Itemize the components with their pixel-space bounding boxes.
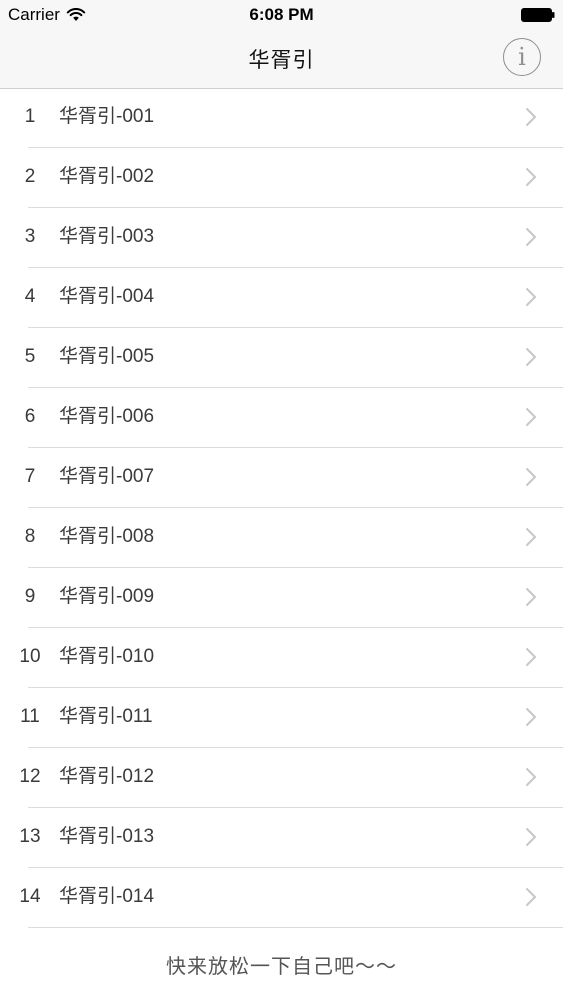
list-item-label: 华胥引-003	[59, 226, 155, 247]
list-item-index: 3	[24, 226, 36, 247]
list-item-label: 华胥引-009	[59, 586, 155, 607]
list-item-index: 4	[24, 286, 36, 307]
chevron-right-icon	[526, 168, 536, 186]
list-item[interactable]: 5 华胥引-005	[0, 328, 563, 388]
chevron-right-icon	[526, 708, 536, 726]
list-item-index: 11	[20, 706, 40, 727]
footer-text: 快来放松一下自己吧～～	[166, 956, 397, 978]
list-item-label: 华胥引-001	[59, 106, 155, 127]
list-item-index: 6	[24, 406, 36, 427]
chevron-right-icon	[526, 468, 536, 486]
chevron-right-icon	[526, 288, 536, 306]
info-button[interactable]: i	[503, 38, 541, 76]
list-item-label: 华胥引-012	[59, 766, 155, 787]
list-item[interactable]: 1 华胥引-001	[0, 88, 563, 148]
list-item[interactable]: 2 华胥引-002	[0, 148, 563, 208]
list-item-label: 华胥引-008	[59, 526, 155, 547]
list-item-label: 华胥引-010	[59, 646, 155, 667]
list-item[interactable]: 7 华胥引-007	[0, 448, 563, 508]
page-title: 华胥引	[248, 49, 315, 72]
chevron-right-icon	[526, 108, 536, 126]
chevron-right-icon	[526, 648, 536, 666]
battery-icon	[521, 8, 555, 22]
list-item[interactable]: 6 华胥引-006	[0, 388, 563, 448]
list-item[interactable]: 3 华胥引-003	[0, 208, 563, 268]
list-item-index: 14	[19, 886, 41, 907]
list-item[interactable]: 4 华胥引-004	[0, 268, 563, 328]
chevron-right-icon	[526, 768, 536, 786]
list-item[interactable]: 10 华胥引-010	[0, 628, 563, 688]
chevron-right-icon	[526, 228, 536, 246]
info-icon: i	[518, 43, 526, 71]
list-item-index: 7	[24, 466, 36, 487]
chevron-right-icon	[526, 528, 536, 546]
list-item-index: 13	[19, 826, 41, 847]
status-bar: Carrier 6:08 PM	[0, 0, 563, 30]
list-item-label: 华胥引-006	[59, 406, 155, 427]
list-item-index: 5	[24, 346, 36, 367]
list-item[interactable]: 12 华胥引-012	[0, 748, 563, 808]
top-bar: Carrier 6:08 PM 华胥引 i	[0, 0, 563, 89]
chapter-list: 1 华胥引-001 2 华胥引-002 3 华胥引-003 4 华胥引-004 5 华胥引-005…	[0, 88, 563, 928]
list-item[interactable]: 9 华胥引-009	[0, 568, 563, 628]
chevron-right-icon	[526, 588, 536, 606]
list-item-label: 华胥引-014	[59, 886, 155, 907]
list-item-index: 8	[24, 526, 36, 547]
list-item-label: 华胥引-005	[59, 346, 155, 367]
list-item-index: 9	[24, 586, 36, 607]
list-item-label: 华胥引-011	[59, 706, 153, 727]
list-item-label: 华胥引-007	[59, 466, 155, 487]
chevron-right-icon	[526, 348, 536, 366]
list-item[interactable]: 8 华胥引-008	[0, 508, 563, 568]
chevron-right-icon	[526, 888, 536, 906]
screen: Carrier 6:08 PM 华胥引 i 1 华胥引-001 2 华胥引-002 3 华…	[0, 0, 563, 1000]
list-item[interactable]: 14 华胥引-014	[0, 868, 563, 928]
list-item-label: 华胥引-013	[59, 826, 155, 847]
list-item-index: 1	[24, 106, 36, 127]
status-time: 6:08 PM	[249, 5, 314, 24]
chevron-right-icon	[526, 408, 536, 426]
list-item-index: 12	[19, 766, 41, 787]
list-item-index: 2	[24, 166, 36, 187]
list-item-label: 华胥引-002	[59, 166, 155, 187]
list-item-label: 华胥引-004	[59, 286, 155, 307]
list-item[interactable]: 11 华胥引-011	[0, 688, 563, 748]
list-item-index: 10	[19, 646, 41, 667]
list-item[interactable]: 13 华胥引-013	[0, 808, 563, 868]
chevron-right-icon	[526, 828, 536, 846]
